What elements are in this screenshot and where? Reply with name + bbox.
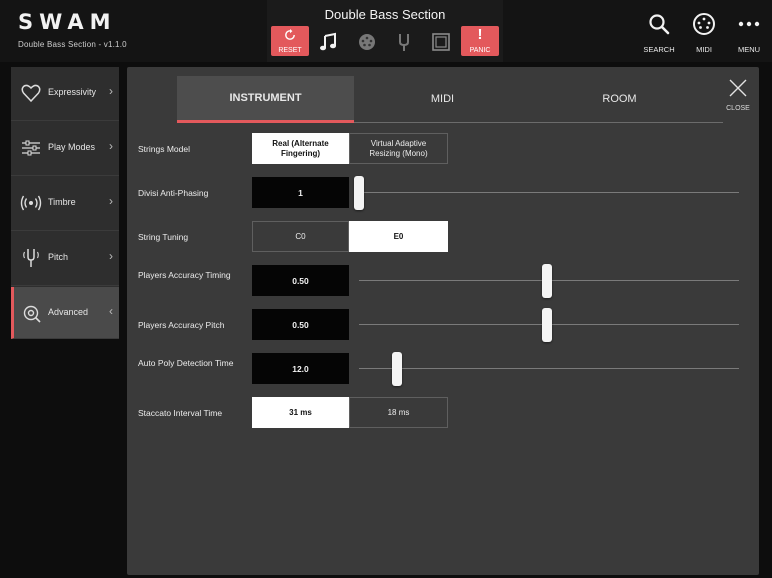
close-button[interactable]: CLOSE xyxy=(721,79,755,119)
sidebar-item-label: Expressivity xyxy=(48,87,97,97)
divisi-slider-thumb[interactable] xyxy=(354,176,364,210)
string-tuning-option-e0[interactable]: E0 xyxy=(349,221,448,252)
top-bar: SWAM Double Bass Section - v1.1.0 Double… xyxy=(0,0,772,62)
frame-icon[interactable] xyxy=(431,32,451,52)
strings-model-label: Strings Model xyxy=(138,144,190,154)
search-label: SEARCH xyxy=(643,45,675,54)
accuracy-pitch-value[interactable]: 0.50 xyxy=(252,309,349,340)
divisi-label: Divisi Anti-Phasing xyxy=(138,188,209,198)
string-tuning-label: String Tuning xyxy=(138,232,189,242)
midi-button[interactable]: MIDI xyxy=(682,10,726,56)
accuracy-timing-value[interactable]: 0.50 xyxy=(252,265,349,296)
sidebar-item-pitch[interactable]: Pitch › xyxy=(11,232,119,286)
midi-icon[interactable] xyxy=(357,32,377,52)
sliders-icon xyxy=(22,140,40,156)
app-version: Double Bass Section - v1.1.0 xyxy=(18,40,127,49)
string-tuning-option-c0[interactable]: C0 xyxy=(252,221,349,252)
sidebar-item-expressivity[interactable]: Expressivity › xyxy=(11,67,119,121)
sidebar-item-advanced[interactable]: Advanced ‹ xyxy=(11,287,119,339)
search-icon xyxy=(649,14,670,35)
preset-toolbar: Double Bass Section RESET ! PANIC xyxy=(267,0,503,62)
menu-icon xyxy=(738,21,760,27)
menu-button[interactable]: MENU xyxy=(727,10,771,56)
sidebar-item-timbre[interactable]: Timbre › xyxy=(11,177,119,231)
chevron-right-icon: › xyxy=(109,249,113,263)
chevron-right-icon: › xyxy=(109,139,113,153)
accuracy-pitch-label: Players Accuracy Pitch xyxy=(138,320,225,330)
strings-model-option-real[interactable]: Real (Alternate Fingering) xyxy=(252,133,349,164)
divisi-slider-track[interactable] xyxy=(359,192,739,193)
tab-bar: INSTRUMENT MIDI ROOM xyxy=(177,76,723,123)
staccato-option-18ms[interactable]: 18 ms xyxy=(349,397,448,428)
sidebar-item-play-modes[interactable]: Play Modes › xyxy=(11,122,119,176)
reset-label: RESET xyxy=(278,47,302,54)
tab-room[interactable]: ROOM xyxy=(531,76,708,123)
tab-instrument[interactable]: INSTRUMENT xyxy=(177,76,354,123)
signal-icon xyxy=(20,195,42,211)
close-icon xyxy=(729,79,747,97)
sidebar-item-label: Advanced xyxy=(48,307,89,317)
sidebar-item-label: Timbre xyxy=(48,197,76,207)
staccato-option-31ms[interactable]: 31 ms xyxy=(252,397,349,428)
sidebar-item-label: Play Modes xyxy=(48,142,96,152)
close-label: CLOSE xyxy=(726,105,750,112)
accuracy-timing-slider-thumb[interactable] xyxy=(542,264,552,298)
music-note-icon[interactable] xyxy=(319,32,339,52)
settings-panel: INSTRUMENT MIDI ROOM CLOSE Strings Model… xyxy=(127,67,759,575)
staccato-label: Staccato Interval Time xyxy=(138,408,223,418)
panic-icon: ! xyxy=(477,26,483,43)
preset-title[interactable]: Double Bass Section xyxy=(267,7,503,22)
chevron-right-icon: › xyxy=(109,84,113,98)
accuracy-timing-label: Players Accuracy Timing xyxy=(138,270,231,280)
chevron-right-icon: › xyxy=(109,194,113,208)
poly-detection-label: Auto Poly Detection Time xyxy=(138,358,234,368)
menu-label: MENU xyxy=(737,45,761,54)
app-logo: SWAM xyxy=(18,10,117,34)
divisi-value[interactable]: 1 xyxy=(252,177,349,208)
heart-icon xyxy=(21,84,41,103)
brand: SWAM Double Bass Section - v1.1.0 xyxy=(18,10,127,49)
tuning-fork-icon[interactable] xyxy=(394,32,414,52)
tab-midi[interactable]: MIDI xyxy=(354,76,531,123)
sidebar: Expressivity › Play Modes › Timbre › Pit… xyxy=(11,67,119,339)
chevron-left-icon: ‹ xyxy=(109,304,113,318)
midi-icon xyxy=(693,13,715,35)
search-button[interactable]: SEARCH xyxy=(637,10,681,56)
poly-detection-slider-thumb[interactable] xyxy=(392,352,402,386)
poly-detection-value[interactable]: 12.0 xyxy=(252,353,349,384)
sidebar-item-label: Pitch xyxy=(48,252,69,262)
poly-detection-slider-track[interactable] xyxy=(359,368,739,369)
panic-label: PANIC xyxy=(469,47,491,54)
accuracy-pitch-slider-thumb[interactable] xyxy=(542,308,552,342)
strings-model-option-virtual[interactable]: Virtual Adaptive Resizing (Mono) xyxy=(349,133,448,164)
midi-label: MIDI xyxy=(696,45,712,54)
tuning-fork-icon xyxy=(23,249,39,267)
reset-button[interactable]: RESET xyxy=(271,26,309,56)
panic-button[interactable]: ! PANIC xyxy=(461,26,499,56)
reset-icon xyxy=(285,29,295,40)
advanced-icon xyxy=(23,305,41,323)
